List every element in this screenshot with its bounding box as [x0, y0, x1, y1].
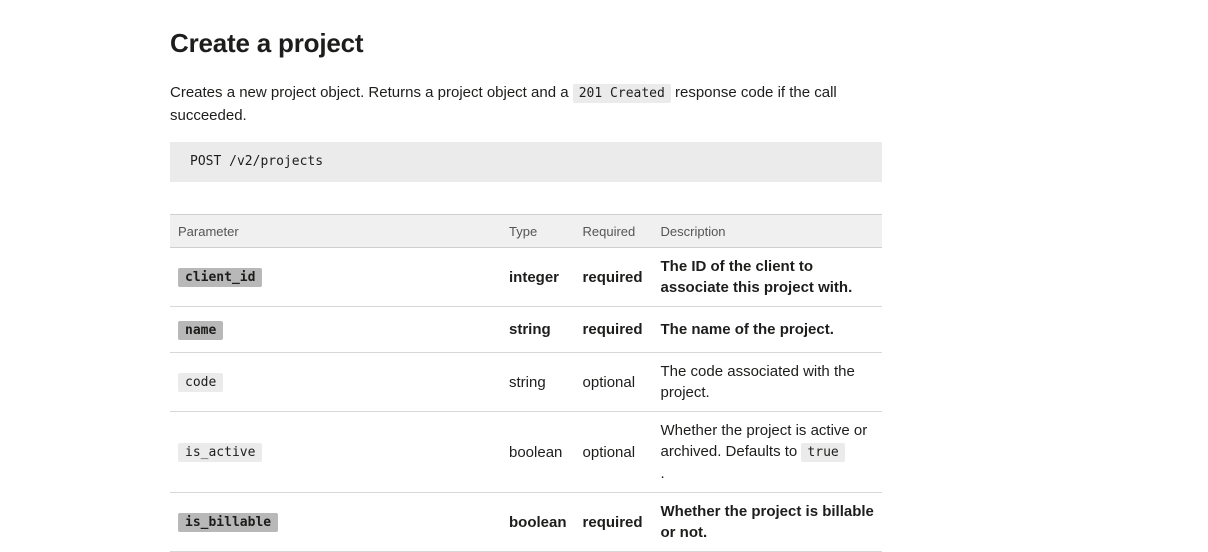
param-required: required [574, 492, 653, 552]
description-text-end: . [660, 465, 665, 482]
intro-text: Creates a new project object. Returns a … [170, 84, 573, 101]
header-description: Description [660, 223, 726, 239]
header-required: Required [582, 223, 636, 239]
param-type: string [501, 352, 575, 412]
param-name: code [178, 373, 224, 392]
intro-paragraph: Creates a new project object. Returns a … [170, 82, 882, 127]
param-type: boolean [501, 411, 575, 493]
param-type: string [501, 306, 575, 353]
param-required: required [574, 306, 653, 353]
table-row: name string required The name of the pro… [170, 306, 882, 353]
param-required: optional [574, 352, 653, 412]
table-row: code string optional The code associated… [170, 352, 882, 412]
parameters-table: Parameter Type Required Description clie… [170, 214, 882, 552]
table-row: is_billable boolean required Whether the… [170, 492, 882, 552]
endpoint-code-block: POST /v2/projects [170, 142, 882, 182]
param-type: boolean [501, 492, 575, 552]
param-description: Whether the project is billable or not. [652, 492, 882, 552]
param-description: The ID of the client to associate this p… [652, 247, 882, 307]
page-title: Create a project [170, 28, 364, 58]
param-type: integer [501, 247, 575, 307]
param-name: is_active [178, 443, 263, 462]
header-parameter: Parameter [178, 223, 239, 239]
param-name: client_id [178, 268, 263, 287]
status-code: 201 Created [572, 84, 671, 103]
param-description: The code associated with the project. [652, 352, 882, 412]
param-name: name [178, 320, 224, 340]
table-header-row: Parameter Type Required Description [170, 214, 882, 248]
param-required: optional [574, 411, 653, 493]
param-description: Whether the project is active or archive… [652, 411, 882, 493]
table-row: is_active boolean optional Whether the p… [170, 411, 882, 493]
default-value: true [801, 443, 845, 462]
param-required: required [574, 247, 653, 307]
param-description: The name of the project. [652, 306, 882, 353]
header-type: Type [509, 223, 538, 239]
param-name: is_billable [178, 513, 279, 532]
table-row: client_id integer required The ID of the… [170, 247, 882, 307]
